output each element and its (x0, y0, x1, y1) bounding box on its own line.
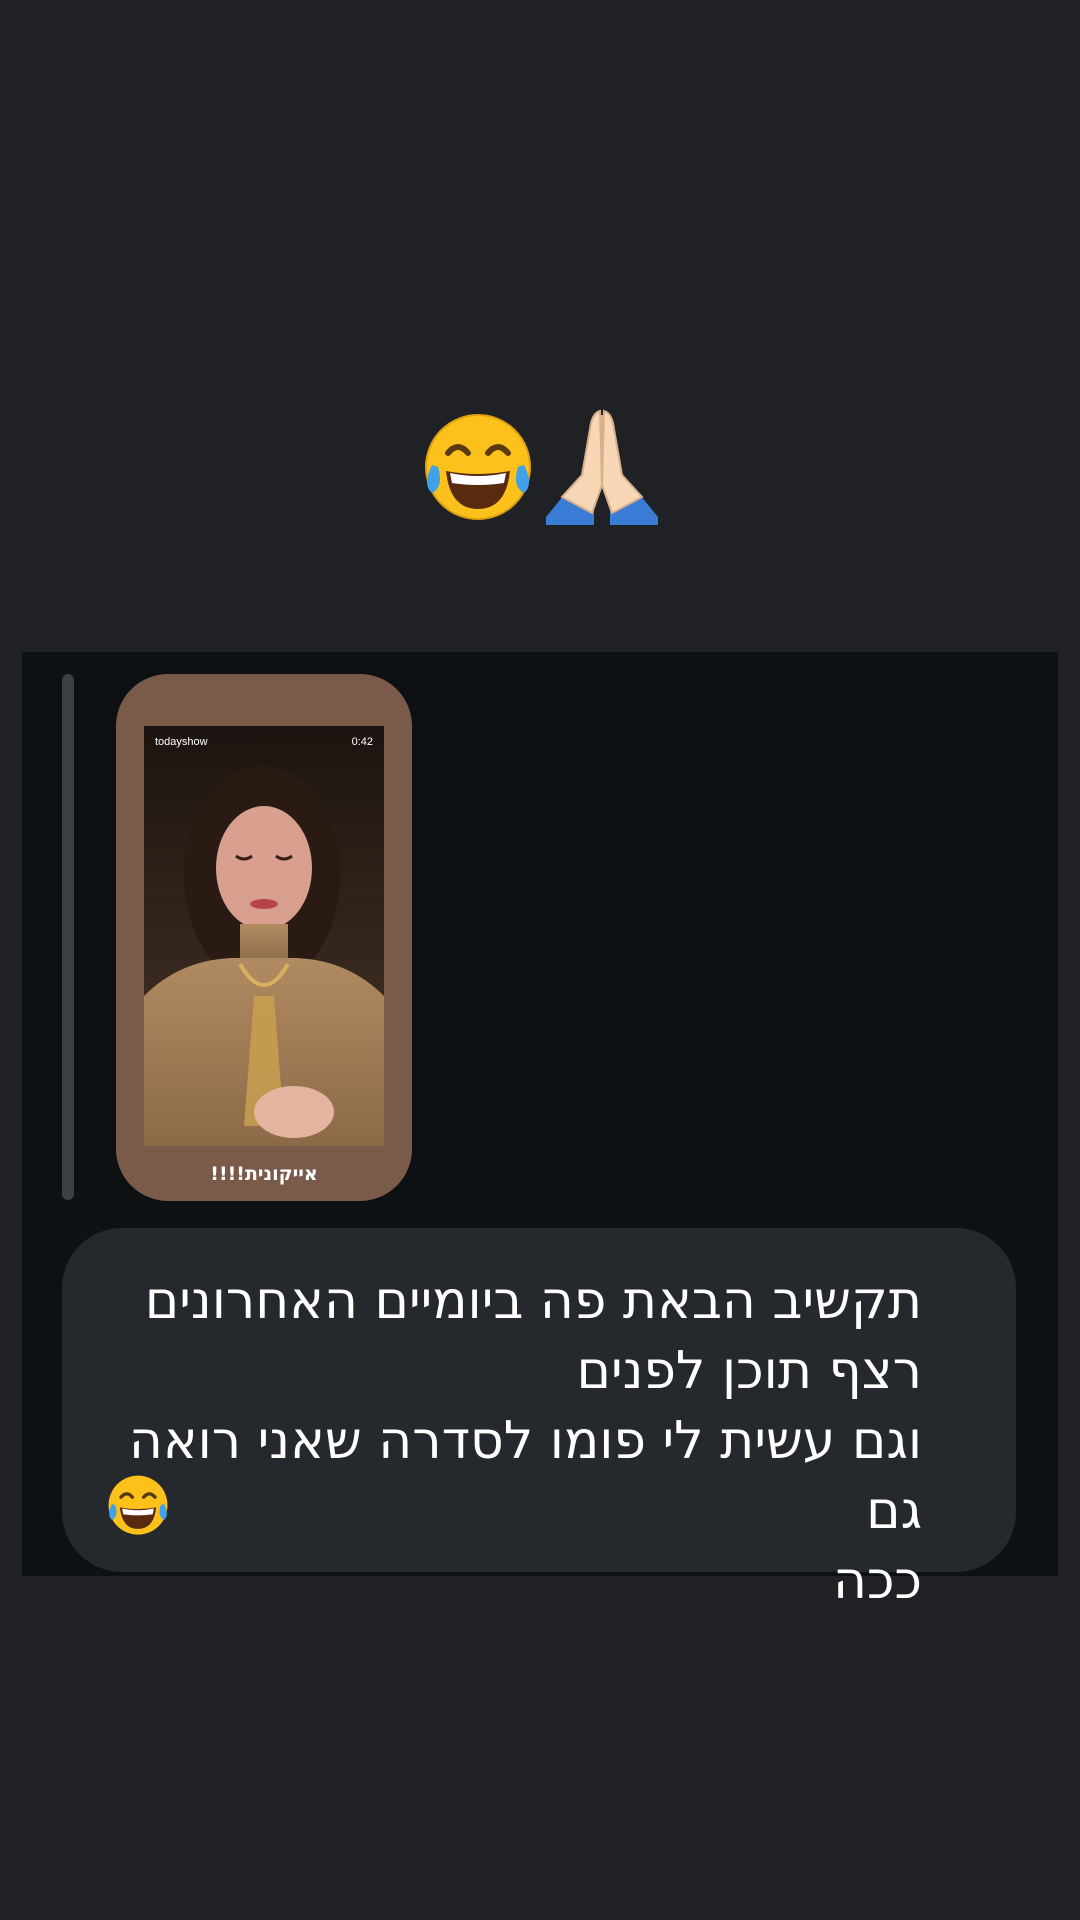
emoji-reaction (0, 405, 1080, 525)
message-line: רצף תוכן לפנים (576, 1341, 922, 1401)
story-duration: 0:42 (351, 736, 373, 748)
reply-panel: todayshow 0:42 אייקונית!!!! תקשיב הבאת פ… (22, 652, 1058, 1611)
message-line: וגם עשית לי פומו לסדרה שאני רואה גם (128, 1411, 922, 1541)
story-video-thumbnail[interactable]: todayshow 0:42 (144, 726, 384, 1146)
message-line: תקשיב הבאת פה ביומיים האחרונים (144, 1271, 922, 1331)
story-caption: אייקונית!!!! (210, 1163, 318, 1185)
message-text: תקשיב הבאת פה ביומיים האחרונים רצף תוכן … (102, 1266, 922, 1616)
story-reply-card[interactable]: todayshow 0:42 אייקונית!!!! (116, 674, 412, 1201)
reply-indicator-bar (62, 674, 74, 1200)
message-line: ככה (833, 1551, 922, 1611)
joy-emoji-icon (425, 414, 531, 520)
story-username: todayshow (155, 736, 208, 748)
message-bubble[interactable]: תקשיב הבאת פה ביומיים האחרונים רצף תוכן … (62, 1228, 1016, 1611)
joy-emoji-icon (108, 1475, 168, 1535)
folded-hands-emoji-icon (546, 409, 658, 525)
story-video-image (144, 726, 384, 1146)
